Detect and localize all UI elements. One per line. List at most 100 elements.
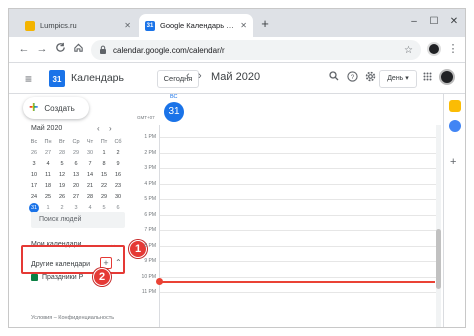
checkbox-checked-icon[interactable]	[31, 274, 38, 281]
hour-label: 9 PM	[144, 258, 156, 264]
hour-line	[160, 199, 436, 200]
mini-day[interactable]: 30	[83, 148, 97, 158]
home-icon[interactable]	[71, 42, 85, 56]
keep-icon[interactable]	[449, 100, 461, 112]
close-tab-icon[interactable]: ✕	[240, 21, 247, 30]
create-button[interactable]: + Создать	[23, 97, 89, 119]
help-icon[interactable]: ?	[345, 71, 359, 85]
mini-day[interactable]: 1	[97, 148, 111, 158]
reload-icon[interactable]	[53, 42, 67, 56]
side-panel: +	[443, 94, 465, 327]
step-badge-2: 2	[93, 268, 111, 286]
lumpics-favicon-icon	[25, 20, 35, 31]
today-button[interactable]: Сегодня	[157, 70, 199, 88]
mini-day[interactable]: 14	[83, 170, 97, 180]
mini-day[interactable]: 20	[69, 181, 83, 191]
close-window-button[interactable]: ✕	[447, 15, 461, 29]
create-label: Создать	[44, 103, 75, 113]
scrollbar-track[interactable]	[436, 125, 441, 327]
bookmark-star-icon[interactable]: ☆	[404, 45, 413, 56]
mini-day[interactable]: 26	[55, 192, 69, 202]
close-tab-icon[interactable]: ✕	[124, 21, 131, 30]
minimize-button[interactable]: –	[407, 15, 421, 29]
prev-period-icon[interactable]: ‹	[186, 70, 190, 82]
day-of-week-label: ВС	[170, 94, 178, 100]
mini-day[interactable]: 15	[97, 170, 111, 180]
hour-label: 10 PM	[141, 273, 156, 280]
browser-window: Lumpics.ru ✕ 31 Google Календарь - воскр…	[8, 8, 466, 328]
browser-profile-avatar[interactable]	[427, 42, 441, 56]
google-apps-icon[interactable]	[423, 72, 432, 83]
mini-day[interactable]: 16	[111, 170, 125, 180]
mini-day[interactable]: 29	[97, 192, 111, 202]
mini-day[interactable]: 10	[27, 170, 41, 180]
tab-google-calendar[interactable]: 31 Google Календарь - воскресен ✕	[139, 14, 253, 37]
mini-weekday-label: Пт	[100, 139, 108, 145]
hour-label: 3 PM	[144, 165, 156, 171]
mini-day[interactable]: 26	[27, 148, 41, 158]
day-grid[interactable]: 1 PM 2 PM 3 PM 4 PM 5 PM 6 PM 7 PM 8 PM 9 PM 10 P…	[142, 125, 436, 327]
hour-label: 2 PM	[144, 149, 156, 156]
search-people-input[interactable]: Поиск людей	[31, 212, 125, 228]
mini-day[interactable]: 24	[27, 192, 41, 202]
mini-day[interactable]: 22	[97, 181, 111, 191]
settings-gear-icon[interactable]	[363, 71, 377, 85]
account-avatar[interactable]	[439, 69, 455, 85]
tab-title: Google Календарь - воскресен	[160, 21, 235, 30]
forward-icon[interactable]: →	[35, 42, 49, 56]
view-select[interactable]: День ▾	[379, 70, 417, 88]
calendar-favicon-icon: 31	[145, 20, 155, 31]
mini-day[interactable]: 27	[41, 148, 55, 158]
tab-title: Lumpics.ru	[40, 21, 77, 30]
mini-day[interactable]: 29	[69, 148, 83, 158]
mini-day[interactable]: 21	[83, 181, 97, 191]
mini-day[interactable]: 12	[55, 170, 69, 180]
next-period-icon[interactable]: ›	[198, 70, 202, 82]
mini-day[interactable]: 28	[55, 148, 69, 158]
search-icon[interactable]	[327, 71, 341, 84]
mini-day[interactable]: 4	[41, 159, 55, 169]
mini-weekday-label: Вт	[58, 139, 65, 145]
mini-day[interactable]: 2	[111, 148, 125, 158]
mini-day[interactable]: 5	[55, 159, 69, 169]
mini-weekday-label: Ср	[72, 139, 80, 145]
main-menu-icon[interactable]: ≡	[25, 72, 32, 86]
mini-day[interactable]: 9	[111, 159, 125, 169]
browser-toolbar: ← → calendar.google.com/calendar/r ☆ ⋮	[9, 37, 465, 63]
mini-day[interactable]: 18	[41, 181, 55, 191]
browser-menu-icon[interactable]: ⋮	[447, 41, 459, 57]
mini-day[interactable]: 27	[69, 192, 83, 202]
back-icon[interactable]: ←	[17, 42, 31, 56]
chevron-up-icon[interactable]: ⌃	[115, 258, 122, 267]
maximize-button[interactable]: ☐	[427, 15, 441, 29]
address-bar[interactable]: calendar.google.com/calendar/r ☆	[91, 40, 421, 60]
mini-day[interactable]: 8	[97, 159, 111, 169]
mini-day[interactable]: 25	[41, 192, 55, 202]
hour-line	[160, 230, 436, 231]
mini-prev-month-icon[interactable]: ‹	[97, 124, 100, 133]
mini-day[interactable]: 3	[27, 159, 41, 169]
tasks-icon[interactable]	[449, 120, 461, 132]
new-tab-button[interactable]: +	[257, 16, 273, 32]
add-addon-icon[interactable]: +	[450, 156, 456, 168]
current-period-title: Май 2020	[211, 71, 261, 83]
hour-line	[160, 292, 436, 293]
hour-label: 7 PM	[144, 227, 156, 233]
mini-next-month-icon[interactable]: ›	[109, 124, 112, 133]
mini-day[interactable]: 23	[111, 181, 125, 191]
mini-weekday-label: Сб	[114, 139, 122, 145]
mini-day[interactable]: 13	[69, 170, 83, 180]
mini-day[interactable]: 6	[69, 159, 83, 169]
mini-day[interactable]: 28	[83, 192, 97, 202]
calendar-list-item-holidays[interactable]: Праздники Р	[31, 274, 83, 281]
mini-day[interactable]: 30	[111, 192, 125, 202]
day-number-button[interactable]: 31	[164, 102, 184, 122]
scrollbar-thumb[interactable]	[436, 229, 441, 289]
other-calendars-header[interactable]: Другие календари	[31, 261, 90, 268]
mini-day[interactable]: 11	[41, 170, 55, 180]
tab-lumpics[interactable]: Lumpics.ru ✕	[19, 14, 137, 37]
mini-day[interactable]: 7	[83, 159, 97, 169]
mini-day[interactable]: 17	[27, 181, 41, 191]
mini-day[interactable]: 19	[55, 181, 69, 191]
terms-privacy-link[interactable]: Условия – Конфиденциальность	[31, 315, 114, 321]
